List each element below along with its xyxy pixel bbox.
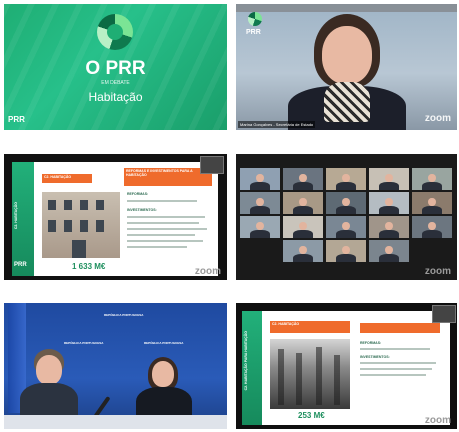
title-slide-tile: O PRR EM DEBATE Habitação PRR (4, 4, 227, 130)
participant-tile[interactable] (369, 240, 409, 262)
slide-subtitle: EM DEBATE (101, 80, 130, 86)
reforms-heading: REFORMAS: (127, 192, 149, 196)
backdrop-logo: REPÚBLICA PORTUGUESA (144, 341, 184, 345)
shelf (236, 4, 457, 12)
participant-tile[interactable] (326, 192, 366, 214)
slide-side-label: C2. HABITAÇÃO PARA HABITAÇÃO (244, 331, 248, 391)
participant-tile[interactable] (412, 192, 452, 214)
slide-title: O PRR (85, 58, 146, 79)
participant-tile[interactable] (326, 216, 366, 238)
slide-canvas: C2. HABITAÇÃO C2. HABITAÇÃO REFORMAS E I… (12, 162, 218, 276)
self-view-thumbnail[interactable] (200, 156, 224, 174)
participant-tile[interactable] (326, 240, 366, 262)
speaker-name-tag: Marina Gonçalves - Secretária de Estado (238, 121, 316, 128)
slide-canvas: C2. HABITAÇÃO PARA HABITAÇÃO C2. HABITAÇ… (242, 311, 450, 425)
speaker-video-tile[interactable]: PRR zoom Marina Gonçalves - Secretária d… (236, 4, 457, 130)
zoom-watermark: zoom (424, 415, 451, 426)
budget-amount: 1 633 M€ (72, 262, 106, 271)
speaker-scarf (324, 82, 370, 122)
speaker-face (322, 26, 372, 84)
slide-side-label: C2. HABITAÇÃO (14, 202, 18, 230)
slide-orange-heading: REFORMAS E INVESTIMENTOS PARA A HABITAÇÃ… (124, 168, 212, 186)
housing-slide-2-tile[interactable]: C2. HABITAÇÃO PARA HABITAÇÃO C2. HABITAÇ… (236, 303, 457, 429)
participant-tile[interactable] (240, 192, 280, 214)
speaker-left-face (36, 355, 62, 385)
building-photo (42, 192, 120, 258)
backdrop-logo: REPÚBLICA PORTUGUESA (64, 341, 104, 345)
participant-tile[interactable] (240, 168, 280, 190)
press-conference-tile[interactable]: REPÚBLICA PORTUGUESA REPÚBLICA PORTUGUES… (4, 303, 227, 429)
prr-logo-icon (248, 12, 262, 26)
participant-tile[interactable] (283, 216, 323, 238)
slide-orange-title: C2. HABITAÇÃO (42, 174, 92, 183)
reforms-heading: REFORMAS: (360, 341, 382, 345)
participant-tile[interactable] (412, 216, 452, 238)
participant-tile[interactable] (283, 192, 323, 214)
slide-topic: Habitação (88, 90, 143, 104)
slide-orange-heading (360, 323, 440, 333)
participant-tile[interactable] (326, 168, 366, 190)
prr-logo-icon (97, 14, 133, 50)
prr-brand-label: PRR (246, 29, 261, 36)
prr-brand-label: PRR (14, 262, 27, 268)
self-view-thumbnail[interactable] (432, 305, 456, 323)
press-table (4, 415, 227, 429)
prr-brand-label: PRR (8, 115, 25, 124)
screenshot-grid: O PRR EM DEBATE Habitação PRR PRR zoom M… (0, 0, 459, 432)
zoom-watermark: zoom (194, 266, 221, 277)
participant-tile[interactable] (369, 168, 409, 190)
budget-amount: 253 M€ (298, 411, 325, 420)
investments-heading: INVESTIMENTOS: (360, 355, 390, 359)
backdrop-logo: REPÚBLICA PORTUGUESA (104, 313, 144, 317)
participant-tile[interactable] (283, 240, 323, 262)
zoom-watermark: zoom (424, 113, 451, 124)
participant-tile[interactable] (369, 192, 409, 214)
investments-heading: INVESTIMENTOS: (127, 208, 157, 212)
gallery-view-tile[interactable]: zoom (236, 154, 457, 280)
participant-tile[interactable] (240, 216, 280, 238)
zoom-watermark: zoom (424, 266, 451, 277)
slide-orange-title: C2. HABITAÇÃO (270, 321, 350, 333)
participant-tile[interactable] (283, 168, 323, 190)
speaker-right-face (152, 361, 174, 387)
participant-tile[interactable] (369, 216, 409, 238)
building-photo-bw (270, 339, 350, 409)
housing-slide-tile[interactable]: C2. HABITAÇÃO C2. HABITAÇÃO REFORMAS E I… (4, 154, 227, 280)
participant-tile[interactable] (412, 168, 452, 190)
